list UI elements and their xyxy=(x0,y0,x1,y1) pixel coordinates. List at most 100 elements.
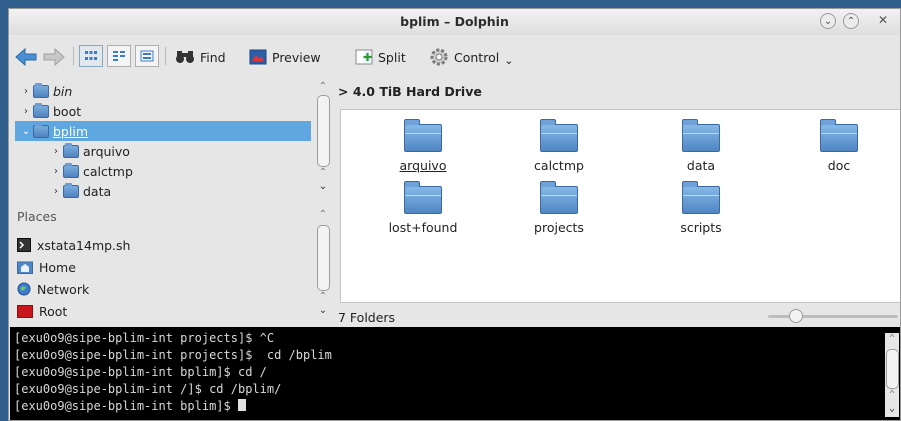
forward-arrow-icon xyxy=(43,48,65,66)
folder-icon xyxy=(540,119,578,152)
zoom-slider-handle[interactable] xyxy=(789,309,803,323)
network-icon xyxy=(17,282,31,296)
places-scrollbar[interactable]: ⌃ ⌃ ⌄ xyxy=(316,209,330,321)
close-button[interactable]: ✕ xyxy=(875,13,891,29)
status-bar: 7 Folders xyxy=(334,305,900,327)
expand-arrow-icon[interactable]: › xyxy=(19,86,33,97)
scroll-down-icon[interactable]: ⌄ xyxy=(316,181,330,192)
folder-item-data[interactable]: data xyxy=(651,119,751,173)
window-title: bplim – Dolphin xyxy=(400,14,509,29)
folder-item-arquivo[interactable]: arquivo xyxy=(373,119,473,173)
folder-label: arquivo xyxy=(399,158,447,173)
expand-arrow-icon[interactable]: › xyxy=(49,146,63,157)
folder-label: doc xyxy=(827,158,851,173)
chevron-down-icon: ⌄ xyxy=(504,53,514,67)
tree-item-data[interactable]: › data xyxy=(49,181,309,199)
place-item-root[interactable]: Root xyxy=(17,301,67,321)
scroll-thumb[interactable] xyxy=(886,349,899,389)
scroll-up-icon[interactable]: ⌃ xyxy=(885,389,899,400)
tree-item-calctmp[interactable]: › calctmp xyxy=(49,161,309,181)
control-label: Control xyxy=(454,49,500,65)
place-label: Network xyxy=(37,281,90,297)
back-button[interactable] xyxy=(15,45,37,69)
forward-button[interactable] xyxy=(43,45,65,69)
folder-icon xyxy=(63,182,79,198)
places-panel: Places xstata14mp.sh Home Network Root ⌃… xyxy=(15,205,333,325)
tree-item-label: boot xyxy=(53,103,82,119)
folders-scrollbar[interactable]: ⌃ ⌃ ⌄ xyxy=(316,81,330,199)
icons-view-icon xyxy=(85,51,97,60)
icon-view[interactable]: arquivo calctmp data doc lost+found proj… xyxy=(340,109,900,303)
terminal-prompt-line[interactable]: [exu0o9@sipe-bplim-int bplim]$ xyxy=(14,399,246,413)
title-bar[interactable]: bplim – Dolphin ⌄ ⌃ ✕ xyxy=(9,9,900,35)
preview-label: Preview xyxy=(272,49,321,65)
terminal-prompt: [exu0o9@sipe-bplim-int bplim]$ xyxy=(14,399,238,413)
folder-item-lost-found[interactable]: lost+found xyxy=(373,181,473,235)
folder-icon xyxy=(820,119,858,152)
place-label: xstata14mp.sh xyxy=(37,237,131,253)
toolbar: Find Preview Split Control ⌄ xyxy=(9,35,900,77)
scroll-up-icon[interactable]: ⌃ xyxy=(316,291,330,302)
compact-view-button[interactable] xyxy=(107,45,131,67)
folder-label: scripts xyxy=(680,220,722,235)
place-label: Home xyxy=(39,259,76,275)
dolphin-window: bplim – Dolphin ⌄ ⌃ ✕ Find Preview Split… xyxy=(8,8,901,421)
folder-label: projects xyxy=(534,220,584,235)
scroll-up-icon[interactable]: ⌃ xyxy=(316,81,330,92)
place-item-script[interactable]: xstata14mp.sh xyxy=(17,235,130,255)
tree-item-bin[interactable]: › bin xyxy=(19,81,309,101)
tree-item-label: calctmp xyxy=(83,163,133,179)
scroll-thumb[interactable] xyxy=(317,95,330,167)
status-text: 7 Folders xyxy=(338,310,396,325)
split-button[interactable]: Split xyxy=(355,45,406,69)
preview-icon xyxy=(249,49,267,65)
preview-button[interactable]: Preview xyxy=(249,45,321,69)
terminal-panel[interactable]: [exu0o9@sipe-bplim-int projects]$ ^C [ex… xyxy=(10,327,900,420)
folder-icon xyxy=(404,181,442,214)
scroll-up-icon[interactable]: ⌃ xyxy=(316,209,330,220)
folder-icon xyxy=(540,181,578,214)
tree-item-label: arquivo xyxy=(83,143,130,159)
expand-arrow-icon[interactable]: › xyxy=(19,106,33,117)
expand-arrow-icon[interactable]: › xyxy=(49,166,63,177)
folder-item-projects[interactable]: projects xyxy=(509,181,609,235)
folder-item-scripts[interactable]: scripts xyxy=(651,181,751,235)
scroll-thumb[interactable] xyxy=(317,225,330,291)
terminal-scrollbar[interactable]: ⌃ ⌃ ⌄ xyxy=(885,333,899,417)
folder-icon xyxy=(682,119,720,152)
folder-label: lost+found xyxy=(388,220,458,235)
folder-icon xyxy=(404,119,442,152)
maximize-button[interactable]: ⌃ xyxy=(843,13,859,29)
find-button[interactable]: Find xyxy=(175,45,226,69)
control-button[interactable]: Control ⌄ xyxy=(429,45,513,69)
details-view-icon xyxy=(140,50,154,62)
tree-item-arquivo[interactable]: › arquivo xyxy=(49,141,309,161)
folder-icon xyxy=(63,142,79,158)
tree-item-boot[interactable]: › boot xyxy=(19,101,309,121)
folder-item-doc[interactable]: doc xyxy=(789,119,889,173)
minimize-button[interactable]: ⌄ xyxy=(820,13,836,29)
tree-item-bplim[interactable]: ⌄ bplim xyxy=(15,121,311,141)
zoom-slider[interactable] xyxy=(768,315,898,318)
place-item-network[interactable]: Network xyxy=(17,279,89,299)
terminal-line: [exu0o9@sipe-bplim-int projects]$ ^C xyxy=(14,331,275,345)
terminal-line: [exu0o9@sipe-bplim-int bplim]$ cd / xyxy=(14,365,267,379)
details-view-button[interactable] xyxy=(135,45,159,67)
place-item-home[interactable]: Home xyxy=(17,257,76,277)
gear-icon xyxy=(430,48,448,66)
terminal-line: [exu0o9@sipe-bplim-int projects]$ cd /bp… xyxy=(14,348,332,362)
split-label: Split xyxy=(378,49,406,65)
home-icon xyxy=(17,261,33,274)
breadcrumb[interactable]: > 4.0 TiB Hard Drive xyxy=(338,84,482,99)
icons-view-button[interactable] xyxy=(79,45,103,67)
expand-arrow-icon[interactable]: › xyxy=(49,186,63,197)
folder-item-calctmp[interactable]: calctmp xyxy=(509,119,609,173)
folder-label: data xyxy=(686,158,716,173)
terminal-line: [exu0o9@sipe-bplim-int /]$ cd /bplim/ xyxy=(14,382,282,396)
scroll-down-icon[interactable]: ⌄ xyxy=(885,403,899,414)
collapse-arrow-icon[interactable]: ⌄ xyxy=(19,126,33,137)
scroll-up-icon[interactable]: ⌃ xyxy=(885,333,899,344)
place-label: Root xyxy=(39,303,68,319)
scroll-up-icon[interactable]: ⌃ xyxy=(316,167,330,178)
scroll-down-icon[interactable]: ⌄ xyxy=(316,305,330,316)
